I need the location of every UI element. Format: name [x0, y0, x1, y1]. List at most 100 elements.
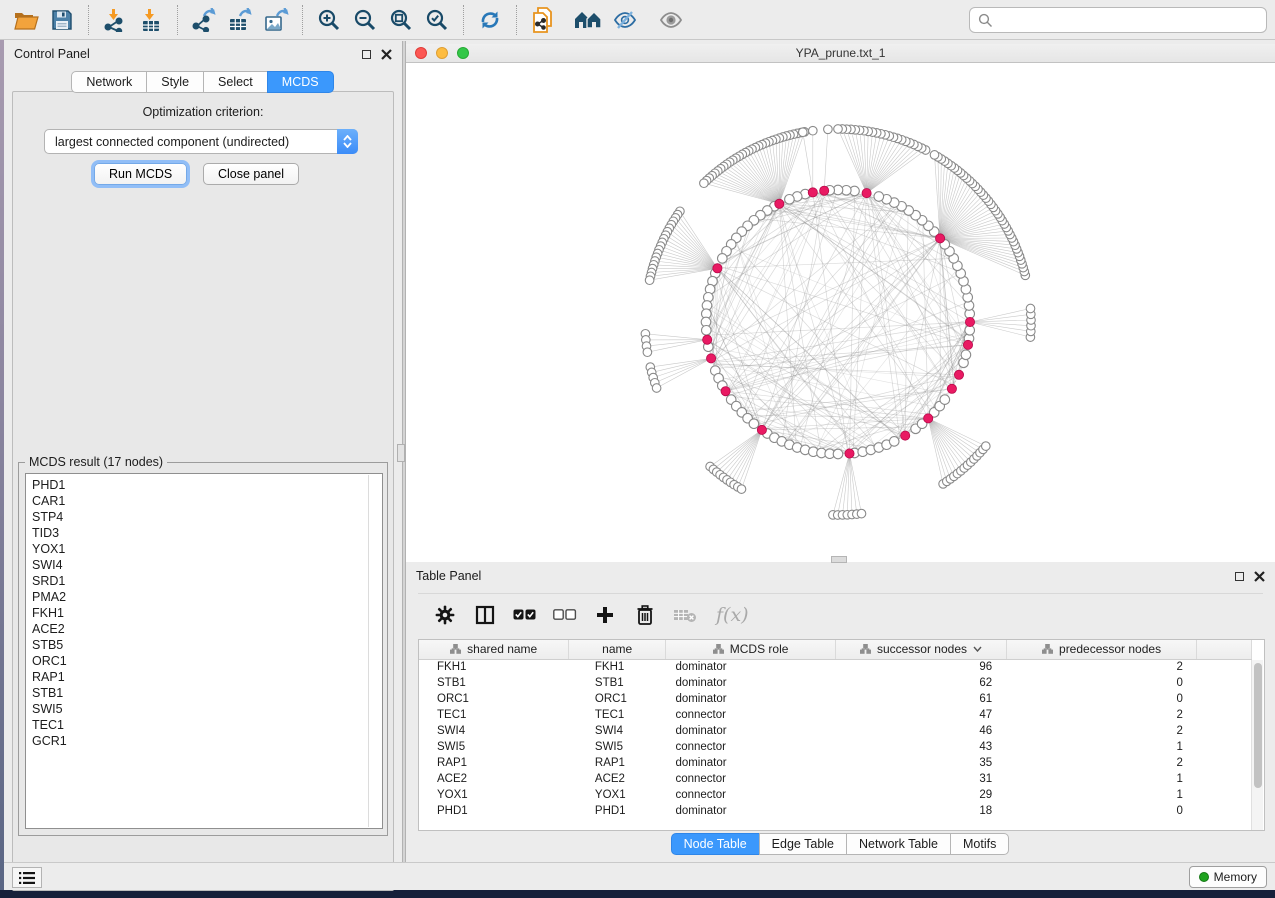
horizontal-splitter-handle[interactable]	[831, 556, 847, 563]
table-cell[interactable]: ACE2	[419, 771, 569, 787]
mcds-result-item[interactable]: STP4	[32, 509, 382, 525]
mcds-result-item[interactable]: SRD1	[32, 573, 382, 589]
table-row[interactable]: RAP1RAP1dominator352	[419, 755, 1252, 771]
show-columns-icon[interactable]	[472, 602, 498, 628]
list-scrollbar[interactable]	[368, 475, 369, 827]
criterion-dropdown[interactable]: largest connected component (undirected)	[44, 129, 358, 154]
table-cell[interactable]: connector	[665, 787, 835, 803]
mcds-result-item[interactable]: STB5	[32, 637, 382, 653]
table-cell[interactable]: 31	[836, 771, 1006, 787]
deselect-all-icon[interactable]	[552, 602, 578, 628]
table-row[interactable]: SWI4SWI4dominator462	[419, 723, 1252, 739]
table-cell[interactable]: 1	[1006, 771, 1197, 787]
table-cell[interactable]: STB1	[419, 675, 569, 691]
table-cell[interactable]: SWI4	[569, 723, 666, 739]
zoom-selected-icon[interactable]	[419, 3, 455, 37]
table-cell[interactable]: RAP1	[569, 755, 666, 771]
table-cell[interactable]: YOX1	[419, 787, 569, 803]
tab-edge-table[interactable]: Edge Table	[759, 833, 847, 855]
clone-network-icon[interactable]	[525, 3, 561, 37]
table-cell[interactable]: 0	[1006, 675, 1197, 691]
memory-button[interactable]: Memory	[1189, 866, 1267, 888]
column-header-shared-name[interactable]: shared name	[419, 640, 569, 659]
table-cell[interactable]: RAP1	[419, 755, 569, 771]
mcds-result-item[interactable]: CAR1	[32, 493, 382, 509]
table-cell[interactable]: dominator	[665, 803, 835, 819]
table-cell[interactable]: 2	[1006, 755, 1197, 771]
select-all-icon[interactable]	[512, 602, 538, 628]
table-row[interactable]: SWI5SWI5connector431	[419, 739, 1252, 755]
mcds-result-item[interactable]: SWI5	[32, 701, 382, 717]
table-row[interactable]: PHD1PHD1dominator180	[419, 803, 1252, 819]
table-row[interactable]: TEC1TEC1connector472	[419, 707, 1252, 723]
splitter-collapse-handle[interactable]	[397, 444, 405, 462]
table-cell[interactable]: 29	[836, 787, 1006, 803]
mcds-result-item[interactable]: FKH1	[32, 605, 382, 621]
add-column-icon[interactable]	[592, 602, 618, 628]
table-cell[interactable]: FKH1	[569, 659, 666, 675]
column-header-MCDS-role[interactable]: MCDS role	[665, 640, 835, 659]
table-cell[interactable]: 61	[836, 691, 1006, 707]
table-cell[interactable]: dominator	[665, 755, 835, 771]
search-field[interactable]	[969, 7, 1267, 33]
settings-gear-icon[interactable]	[432, 602, 458, 628]
first-neighbors-icon[interactable]	[571, 3, 607, 37]
mcds-result-item[interactable]: YOX1	[32, 541, 382, 557]
table-row[interactable]: STB1STB1dominator620	[419, 675, 1252, 691]
tab-select[interactable]: Select	[203, 71, 268, 93]
export-network-icon[interactable]	[186, 3, 222, 37]
table-cell[interactable]: 96	[836, 659, 1006, 675]
mcds-result-item[interactable]: PMA2	[32, 589, 382, 605]
import-network-icon[interactable]	[97, 3, 133, 37]
table-cell[interactable]: ORC1	[569, 691, 666, 707]
table-cell[interactable]: dominator	[665, 675, 835, 691]
table-cell[interactable]: 18	[836, 803, 1006, 819]
tab-node-table[interactable]: Node Table	[671, 833, 760, 855]
table-cell[interactable]: dominator	[665, 723, 835, 739]
tab-network-table[interactable]: Network Table	[846, 833, 951, 855]
table-cell[interactable]: YOX1	[569, 787, 666, 803]
table-cell[interactable]: 0	[1006, 691, 1197, 707]
table-cell[interactable]: SWI5	[419, 739, 569, 755]
table-cell[interactable]: 2	[1006, 723, 1197, 739]
table-row[interactable]: ORC1ORC1dominator610	[419, 691, 1252, 707]
table-cell[interactable]: 1	[1006, 787, 1197, 803]
table-cell[interactable]: ORC1	[419, 691, 569, 707]
column-header-successor-nodes[interactable]: successor nodes	[836, 640, 1006, 659]
mcds-result-item[interactable]: GCR1	[32, 733, 382, 749]
close-panel-icon[interactable]	[381, 49, 392, 60]
table-row[interactable]: ACE2ACE2connector311	[419, 771, 1252, 787]
zoom-in-icon[interactable]	[311, 3, 347, 37]
search-input[interactable]	[999, 10, 1266, 30]
task-history-button[interactable]	[12, 867, 42, 888]
table-cell[interactable]: TEC1	[419, 707, 569, 723]
close-panel-icon[interactable]	[1254, 571, 1265, 582]
open-icon[interactable]	[8, 3, 44, 37]
table-cell[interactable]: connector	[665, 771, 835, 787]
export-table-icon[interactable]	[222, 3, 258, 37]
table-cell[interactable]: 62	[836, 675, 1006, 691]
table-row[interactable]: YOX1YOX1connector291	[419, 787, 1252, 803]
table-cell[interactable]: connector	[665, 707, 835, 723]
table-cell[interactable]: 1	[1006, 739, 1197, 755]
mcds-result-item[interactable]: PHD1	[32, 477, 382, 493]
column-header-predecessor-nodes[interactable]: predecessor nodes	[1006, 640, 1197, 659]
table-cell[interactable]: ACE2	[569, 771, 666, 787]
close-panel-button[interactable]: Close panel	[203, 163, 299, 185]
table-cell[interactable]: SWI5	[569, 739, 666, 755]
table-cell[interactable]: TEC1	[569, 707, 666, 723]
mcds-result-item[interactable]: SWI4	[32, 557, 382, 573]
network-titlebar[interactable]: YPA_prune.txt_1	[406, 44, 1275, 63]
network-canvas[interactable]	[406, 63, 1275, 562]
table-cell[interactable]: FKH1	[419, 659, 569, 675]
table-cell[interactable]: 47	[836, 707, 1006, 723]
refresh-icon[interactable]	[472, 3, 508, 37]
table-cell[interactable]: dominator	[665, 691, 835, 707]
table-cell[interactable]: 0	[1006, 803, 1197, 819]
table-cell[interactable]: 46	[836, 723, 1006, 739]
table-cell[interactable]: 43	[836, 739, 1006, 755]
mcds-result-item[interactable]: TEC1	[32, 717, 382, 733]
tab-motifs[interactable]: Motifs	[950, 833, 1009, 855]
hide-selected-icon[interactable]	[607, 3, 643, 37]
mcds-result-item[interactable]: ACE2	[32, 621, 382, 637]
